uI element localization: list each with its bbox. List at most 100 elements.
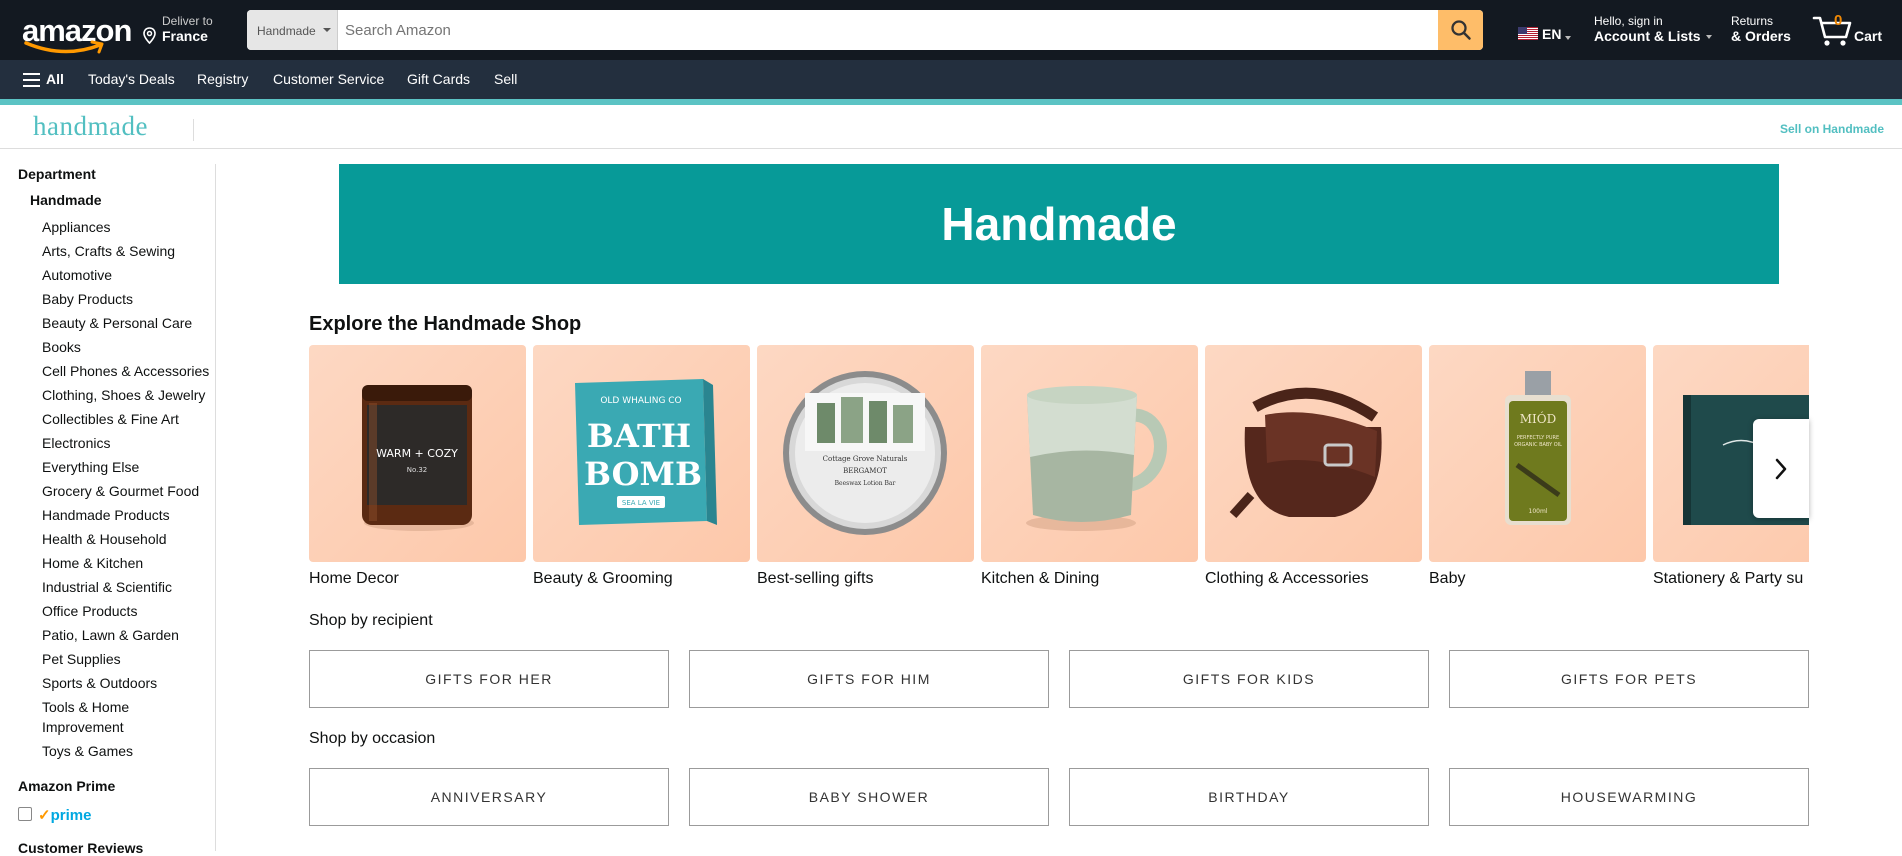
sidebar-item-everything-else[interactable]: Everything Else (42, 457, 139, 477)
sidebar-item-sports-outdoors[interactable]: Sports & Outdoors (42, 673, 157, 693)
category-card-beauty-grooming[interactable]: OLD WHALING CO BATH BOMB SEA LA VIE Beau… (533, 345, 750, 588)
sidebar-item-appliances[interactable]: Appliances (42, 217, 111, 237)
recipient-heading: Shop by recipient (309, 612, 433, 629)
sidebar-item-tools-home[interactable]: Tools & Home (42, 697, 129, 717)
us-flag-icon (1518, 27, 1538, 40)
sidebar-item-home-kitchen[interactable]: Home & Kitchen (42, 553, 143, 573)
all-menu-button[interactable]: All (23, 71, 64, 87)
category-card-kitchen-dining[interactable]: Kitchen & Dining (981, 345, 1198, 588)
category-label: Kitchen & Dining (981, 570, 1100, 587)
nav-item-customer-service[interactable]: Customer Service (273, 71, 384, 87)
category-label: Home Decor (309, 570, 399, 587)
oil-desc-text: PERFECTLY PURE (1517, 435, 1559, 441)
category-card-best-selling-gifts[interactable]: Cottage Grove Naturals BERGAMOT Beeswax … (757, 345, 974, 588)
sell-on-handmade-link[interactable]: Sell on Handmade (1780, 122, 1884, 136)
sidebar-item-improvement: Improvement (42, 719, 124, 735)
sidebar-item-handmade-products[interactable]: Handmade Products (42, 505, 170, 525)
account-greeting: Hello, sign in (1594, 14, 1663, 28)
nav-item-registry[interactable]: Registry (197, 71, 248, 87)
category-image (1205, 345, 1422, 562)
bath-text: BATH (587, 417, 691, 455)
department-heading: Department (18, 166, 96, 182)
anniversary-button[interactable]: ANNIVERSARY (309, 768, 669, 826)
category-image (981, 345, 1198, 562)
search-bar: Handmade (247, 10, 1483, 50)
prime-checkbox[interactable] (18, 807, 32, 821)
sidebar-item-books[interactable]: Books (42, 337, 81, 357)
search-input[interactable] (339, 10, 1435, 50)
carousel-next-button[interactable] (1753, 419, 1809, 518)
account-label: Account & Lists (1594, 28, 1701, 44)
caret-down-icon (1565, 36, 1571, 40)
department-sidebar: Department Handmade Appliances Arts, Craf… (0, 164, 216, 856)
handmade-logo[interactable]: handmade (33, 111, 148, 142)
search-button[interactable] (1438, 10, 1483, 50)
sidebar-item-collectibles-fine-art[interactable]: Collectibles & Fine Art (42, 409, 179, 429)
category-label: Clothing & Accessories (1205, 570, 1369, 587)
gifts-for-her-button[interactable]: GIFTS FOR HER (309, 650, 669, 708)
returns-label: Returns (1731, 14, 1774, 28)
language-label: EN (1542, 26, 1562, 42)
baby-shower-button[interactable]: BABY SHOWER (689, 768, 1049, 826)
gifts-for-kids-button[interactable]: GIFTS FOR KIDS (1069, 650, 1429, 708)
caret-down-icon (323, 28, 331, 32)
subnav-divider (193, 119, 194, 141)
sidebar-item-beauty-personal-care[interactable]: Beauty & Personal Care (42, 313, 192, 333)
category-card-baby[interactable]: MIÓD PERFECTLY PURE ORGANIC BABY OIL 100… (1429, 345, 1646, 588)
nav-item-sell[interactable]: Sell (494, 71, 517, 87)
category-label: Baby (1429, 570, 1466, 587)
sidebar-item-baby-products[interactable]: Baby Products (42, 289, 133, 309)
nav-item-gift-cards[interactable]: Gift Cards (407, 71, 470, 87)
returns-orders[interactable]: Returns & Orders (1731, 14, 1791, 44)
gifts-for-pets-button[interactable]: GIFTS FOR PETS (1449, 650, 1809, 708)
account-lists[interactable]: Hello, sign in Account & Lists (1594, 14, 1712, 44)
sidebar-item-arts-crafts-sewing[interactable]: Arts, Crafts & Sewing (42, 241, 175, 261)
sidebar-item-cell-phones-accessories[interactable]: Cell Phones & Accessories (42, 361, 209, 381)
baby-oil-bottle-image: MIÓD PERFECTLY PURE ORGANIC BABY OIL 100… (1505, 371, 1571, 525)
tin-product-text: Beeswax Lotion Bar (835, 480, 896, 487)
handmade-banner: Handmade (339, 164, 1779, 284)
main-nav: All Today's Deals Registry Customer Serv… (0, 60, 1902, 99)
search-icon (1450, 20, 1471, 40)
candle-label-text: WARM + COZY (376, 447, 458, 460)
category-card-home-decor[interactable]: WARM + COZY No.32 Home Decor (309, 345, 526, 588)
category-image: MIÓD PERFECTLY PURE ORGANIC BABY OIL 100… (1429, 345, 1646, 562)
category-label: Best-selling gifts (757, 570, 874, 587)
scent-text: SEA LA VIE (622, 499, 660, 507)
sidebar-item-electronics[interactable]: Electronics (42, 433, 110, 453)
sidebar-item-grocery-gourmet-food[interactable]: Grocery & Gourmet Food (42, 481, 199, 501)
ceramic-mug-image (1026, 386, 1167, 531)
sidebar-item-patio-lawn-garden[interactable]: Patio, Lawn & Garden (42, 625, 179, 645)
sidebar-item-health-household[interactable]: Health & Household (42, 529, 167, 549)
sidebar-item-toys-games[interactable]: Toys & Games (42, 741, 133, 761)
deliver-location: France (162, 28, 208, 44)
sidebar-item-industrial-scientific[interactable]: Industrial & Scientific (42, 577, 172, 597)
sidebar-item-pet-supplies[interactable]: Pet Supplies (42, 649, 121, 669)
cart-label: Cart (1854, 28, 1883, 44)
sidebar-item-clothing-shoes-jewelry[interactable]: Clothing, Shoes & Jewelry (42, 385, 205, 405)
nav-item-todays-deals[interactable]: Today's Deals (88, 71, 175, 87)
housewarming-button[interactable]: HOUSEWARMING (1449, 768, 1809, 826)
candle-jar-image: WARM + COZY No.32 (362, 385, 474, 531)
cart-button[interactable]: 0 Cart (1812, 12, 1892, 48)
tin-scent-text: BERGAMOT (843, 467, 887, 475)
top-header: amazon Deliver to France Handmade Search… (0, 0, 1902, 60)
bomb-text: BOMB (584, 455, 702, 493)
cart-count: 0 (1834, 12, 1843, 29)
prime-logo: ✓prime (38, 807, 92, 824)
gifts-for-him-button[interactable]: GIFTS FOR HIM (689, 650, 1049, 708)
candle-number-text: No.32 (407, 466, 428, 474)
category-label: Stationery & Party su (1653, 570, 1804, 587)
tin-brand-text: Cottage Grove Naturals (823, 455, 908, 463)
sidebar-item-automotive[interactable]: Automotive (42, 265, 112, 285)
amazon-logo[interactable]: amazon (20, 11, 132, 54)
cart-icon (1812, 16, 1852, 46)
sidebar-item-office-products[interactable]: Office Products (42, 601, 137, 621)
handmade-subnav: handmade Sell on Handmade (0, 105, 1902, 149)
search-category-label: Handmade (257, 24, 316, 38)
category-image: Cottage Grove Naturals BERGAMOT Beeswax … (757, 345, 974, 562)
category-card-clothing-accessories[interactable]: Clothing & Accessories (1205, 345, 1422, 588)
search-category-select[interactable]: Handmade (247, 10, 338, 50)
all-label: All (46, 71, 64, 87)
birthday-button[interactable]: BIRTHDAY (1069, 768, 1429, 826)
